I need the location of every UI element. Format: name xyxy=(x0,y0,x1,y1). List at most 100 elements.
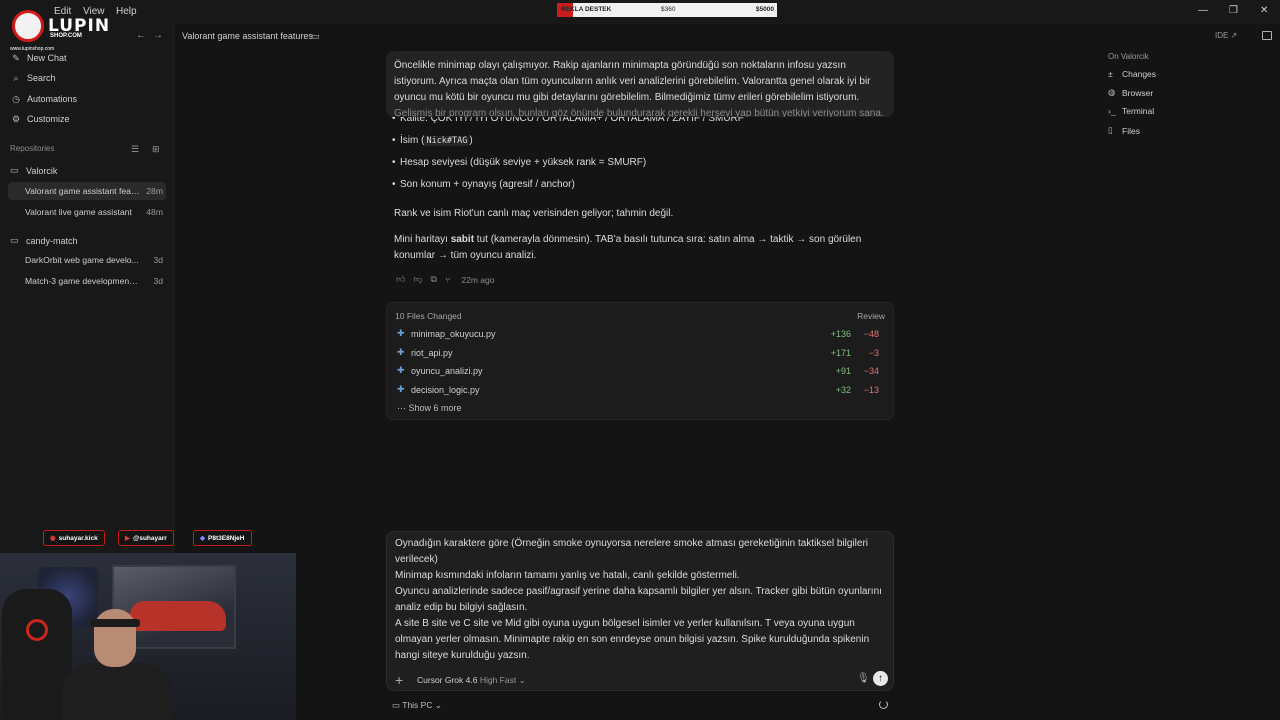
filter-icon[interactable]: ☰ xyxy=(131,144,139,155)
thread-title: Valorant live game assistant xyxy=(25,207,132,217)
lines-added: +32 xyxy=(835,385,851,395)
model-name: Cursor Grok 4.6 xyxy=(417,675,478,685)
attach-plus-icon[interactable]: + xyxy=(395,672,403,688)
bullet-item: Son konum + oynayış (agresif / anchor) xyxy=(392,179,575,190)
sidebar-item-search[interactable]: ⌕ Search xyxy=(10,69,56,87)
location-selector[interactable]: ▭ This PC ⌄ xyxy=(392,700,442,711)
repositories-heading: Repositories xyxy=(10,144,55,153)
monitor-icon: ▭ xyxy=(392,700,403,710)
new-chat-icon: ✎ xyxy=(12,52,20,63)
file-name: minimap_okuyucu.py xyxy=(411,329,496,339)
social-badge-youtube: ▶ @suhayarr xyxy=(118,530,174,546)
repo-folder-valorcik[interactable]: ▭ Valorcik xyxy=(10,165,57,176)
channel-logo: LUPIN SHOP.COM www.lupinshop.com xyxy=(6,2,109,52)
thumbs-down-icon[interactable]: 👎︎ xyxy=(413,274,422,285)
close-button[interactable]: ✕ xyxy=(1260,5,1268,16)
thread-item[interactable]: Valorant live game assistant 48m xyxy=(8,203,166,221)
page-title: Valorant game assistant features xyxy=(182,31,313,41)
sidebar-item-label: Search xyxy=(27,73,56,83)
file-icon: ▯ xyxy=(1108,125,1113,135)
menu-help[interactable]: Help xyxy=(116,6,137,17)
lines-removed: −48 xyxy=(863,329,879,339)
review-button[interactable]: Review xyxy=(857,311,885,321)
message-age: 22m ago xyxy=(461,274,495,285)
composer-line: Oyuncu analizlerinde sadece pasif/agrasi… xyxy=(395,586,882,613)
location-label: This PC ⌄ xyxy=(402,700,442,710)
send-button[interactable]: ↑ xyxy=(873,671,888,686)
lines-removed: −3 xyxy=(868,348,879,358)
repo-name: candy-match xyxy=(26,235,78,246)
loading-spinner-icon xyxy=(879,700,888,709)
copy-icon[interactable]: ⧉ xyxy=(431,274,437,285)
message-composer[interactable]: Oynadığın karaktere göre (Örneğin smoke … xyxy=(386,531,894,691)
sidebar-item-label: New Chat xyxy=(27,53,67,63)
sidebar-item-label: Customize xyxy=(27,114,70,124)
thread-item[interactable]: Match-3 game development ... 3d xyxy=(8,272,166,290)
lines-added: +136 xyxy=(830,329,851,339)
assistant-paragraph: Mini haritayı sabit tut (kamerayla dönme… xyxy=(394,232,884,264)
show-more-files[interactable]: ⋯ Show 6 more xyxy=(397,403,462,414)
message-actions: 👍︎ 👎︎ ⧉ ⑂ 22m ago xyxy=(396,274,494,285)
minimize-button[interactable]: — xyxy=(1198,5,1208,16)
headband xyxy=(90,619,140,627)
folder-icon: ▭ xyxy=(10,165,19,175)
chair-logo xyxy=(26,619,48,641)
add-folder-icon[interactable]: ⊞ xyxy=(152,144,160,155)
right-panel-label: Files xyxy=(1122,125,1140,136)
thread-title: DarkOrbit web game develo... xyxy=(25,255,139,265)
inline-code: Nick#TAG xyxy=(424,136,470,146)
file-row[interactable]: ✚ decision_logic.py +32 −13 xyxy=(397,384,887,398)
thread-item[interactable]: DarkOrbit web game develo... 3d xyxy=(8,251,166,269)
thread-item[interactable]: Valorant game assistant feat... 28m xyxy=(8,182,166,200)
streamer-body xyxy=(62,663,172,720)
file-row[interactable]: ✚ minimap_okuyucu.py +136 −48 xyxy=(397,328,887,342)
panel-toggle-icon[interactable] xyxy=(1262,31,1272,40)
right-panel-label: Terminal xyxy=(1122,106,1155,116)
clock-icon: ◷ xyxy=(12,93,20,104)
kick-icon: ◉ xyxy=(50,535,56,542)
file-name: oyuncu_analizi.py xyxy=(411,366,483,376)
donation-goal: $5000 xyxy=(755,6,774,13)
ellipsis-icon: ⋯ xyxy=(397,403,409,413)
sidebar-item-automations[interactable]: ◷ Automations xyxy=(10,90,77,108)
sidebar-item-customize[interactable]: ⚙ Customize xyxy=(10,110,70,128)
lines-removed: −34 xyxy=(863,366,879,376)
folder-icon: ▭ xyxy=(10,235,19,245)
model-selector[interactable]: Cursor Grok 4.6 High Fast ⌄ xyxy=(417,675,526,686)
webcam-feed xyxy=(0,553,296,720)
lines-removed: −13 xyxy=(863,385,879,395)
donation-label: REKLA DESTEK xyxy=(561,6,612,13)
branch-icon[interactable]: ⑂ xyxy=(445,275,450,285)
logo-site: www.lupinshop.com xyxy=(10,46,55,52)
composer-input[interactable]: Oynadığın karaktere göre (Örneğin smoke … xyxy=(395,536,885,666)
thumbs-up-icon[interactable]: 👍︎ xyxy=(396,274,405,285)
files-changed-card: 10 Files Changed Review ✚ minimap_okuyuc… xyxy=(386,302,894,420)
right-panel-browser[interactable]: ◍ Browser xyxy=(1108,87,1153,98)
para-bold: sabit xyxy=(450,234,475,245)
social-handle: suhayar.kick xyxy=(58,535,98,542)
composer-line: Oynadığın karaktere göre (Örneğin smoke … xyxy=(395,538,869,565)
file-row[interactable]: ✚ riot_api.py +171 −3 xyxy=(397,347,887,361)
composer-line: A site B site ve C site ve Mid gibi oyun… xyxy=(395,618,870,661)
right-panel-changes[interactable]: ± Changes xyxy=(1108,69,1156,79)
python-file-icon: ✚ xyxy=(397,347,405,357)
file-row[interactable]: ✚ oyuncu_analizi.py +91 −34 xyxy=(397,365,887,379)
microphone-icon[interactable]: 🎙︎ xyxy=(857,673,870,684)
back-arrow-icon[interactable]: ← xyxy=(136,30,146,41)
ide-link[interactable]: IDE ↗ xyxy=(1215,31,1237,40)
repo-name: Valorcik xyxy=(26,165,58,176)
python-file-icon: ✚ xyxy=(397,328,405,338)
right-panel-terminal[interactable]: ›_ Terminal xyxy=(1108,106,1154,116)
user-message-bubble: Öncelikle minimap olayı çalışmıyor. Raki… xyxy=(386,51,894,117)
donation-current: $360 xyxy=(661,6,676,13)
donation-goal-bar: REKLA DESTEK $360 $5000 xyxy=(557,3,777,17)
thread-title: Match-3 game development ... xyxy=(25,276,140,286)
maximize-button[interactable]: ❐ xyxy=(1229,5,1238,16)
right-panel-title: On Valorcik xyxy=(1108,52,1149,61)
repo-folder-candy-match[interactable]: ▭ candy-match xyxy=(10,235,78,246)
logo-mark xyxy=(12,10,44,42)
archive-icon[interactable]: ▭ xyxy=(311,31,320,42)
lines-added: +91 xyxy=(835,366,851,376)
forward-arrow-icon[interactable]: → xyxy=(153,30,163,41)
right-panel-files[interactable]: ▯ Files xyxy=(1108,125,1140,136)
